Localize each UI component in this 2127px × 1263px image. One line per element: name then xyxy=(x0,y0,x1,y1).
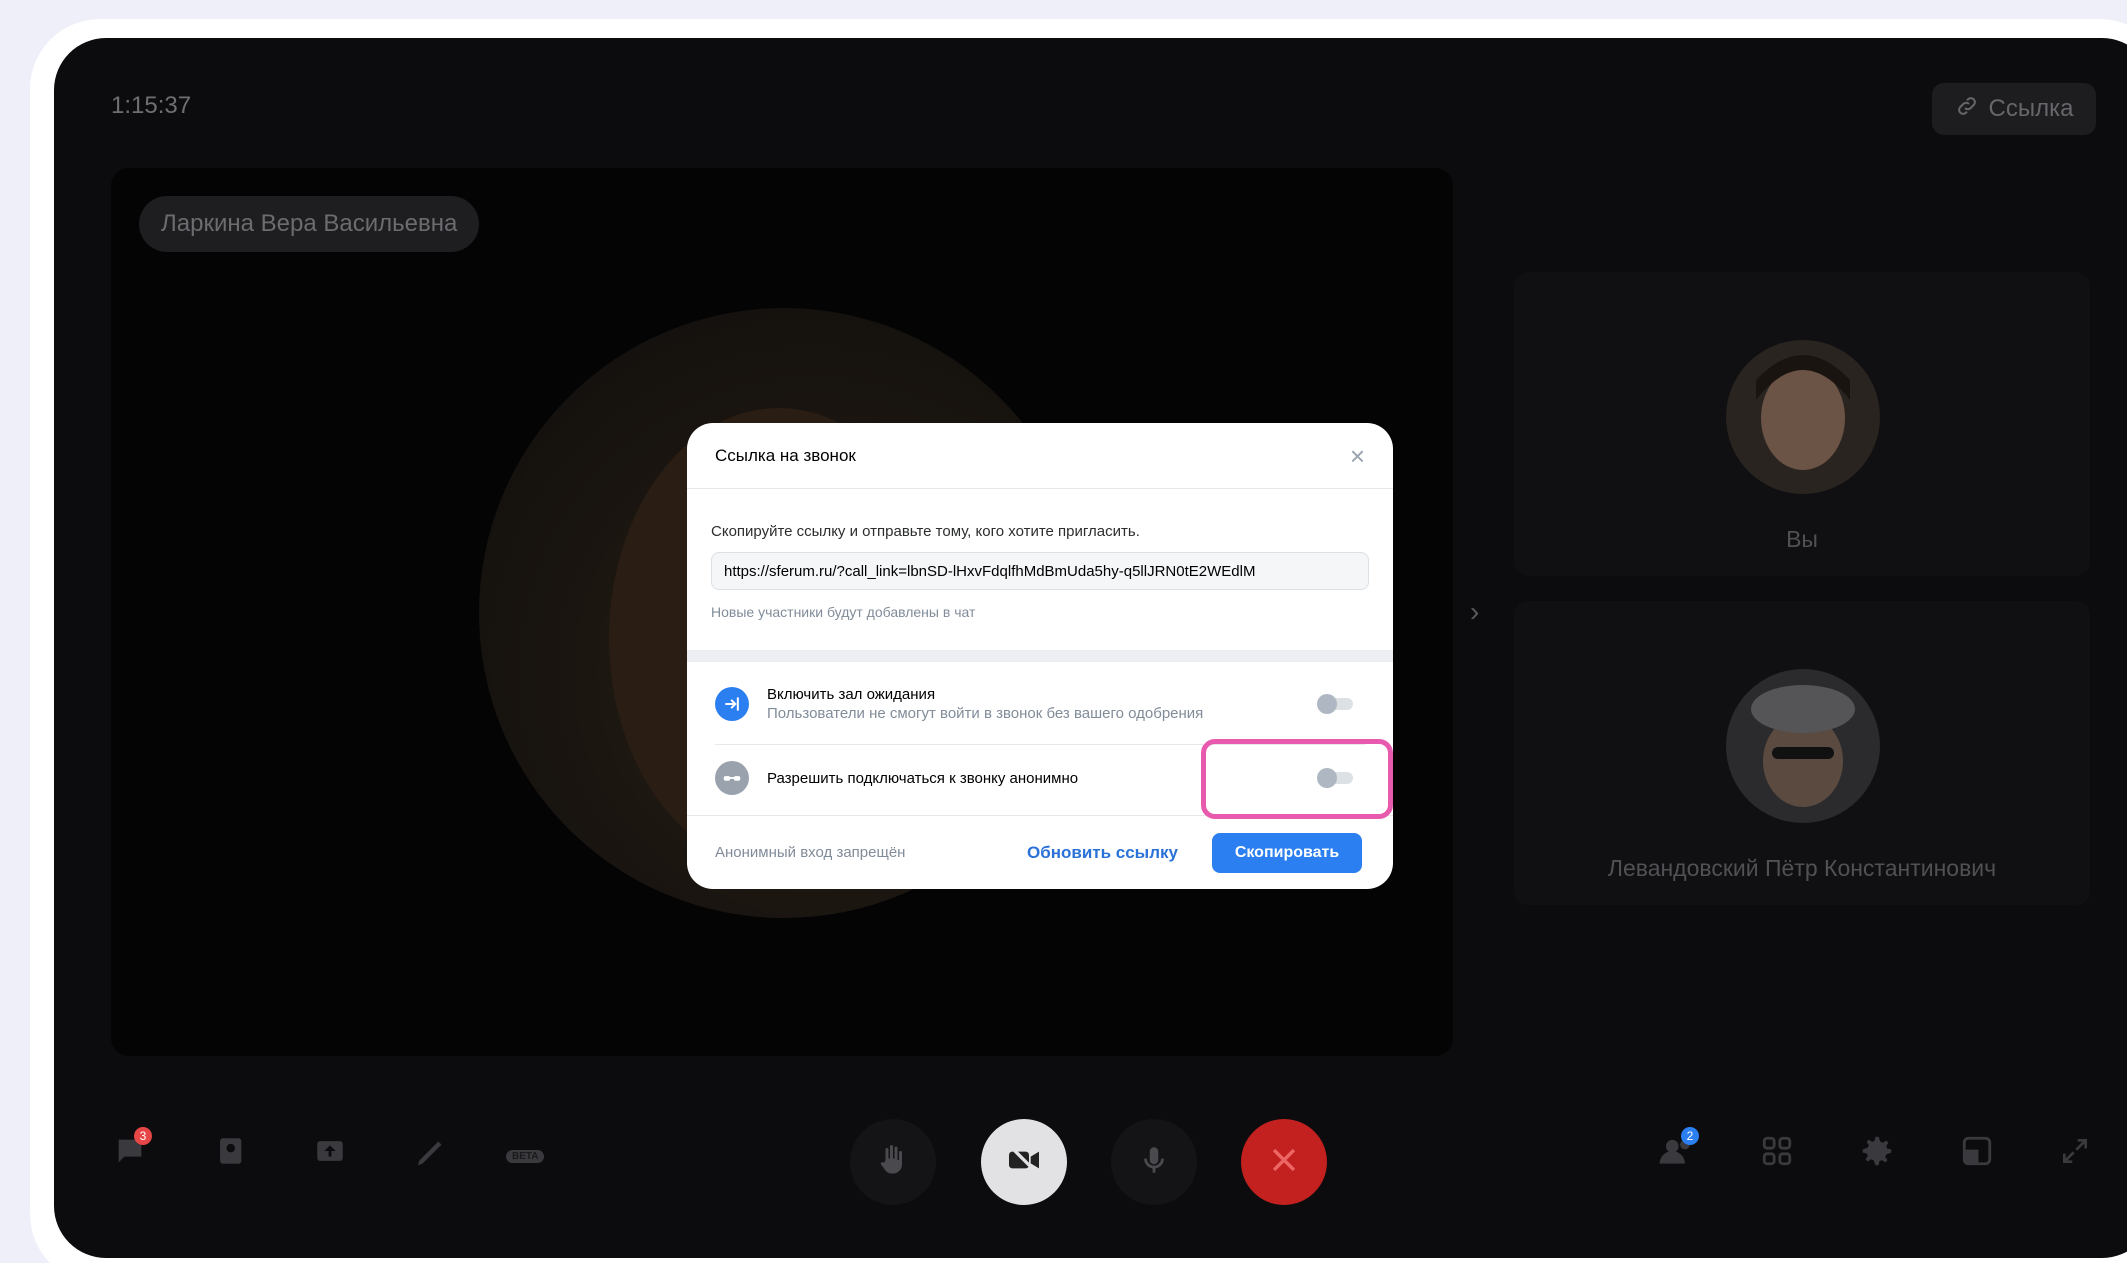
gear-icon xyxy=(1858,1132,1896,1175)
dialog-title: Ссылка на звонок xyxy=(715,445,856,465)
layout-button[interactable] xyxy=(1955,1131,1999,1175)
grid-view-button[interactable] xyxy=(1755,1131,1799,1175)
settings-button[interactable] xyxy=(1855,1131,1899,1175)
expand-icon xyxy=(2059,1135,2091,1172)
pen-icon xyxy=(413,1132,451,1175)
refresh-link-button[interactable]: Обновить ссылку xyxy=(1027,843,1178,863)
camera-off-icon xyxy=(1004,1140,1044,1185)
end-call-button[interactable] xyxy=(1241,1119,1327,1205)
participant-tile[interactable]: Левандовский Пётр Константинович xyxy=(1514,601,2090,905)
anonymous-status: Анонимный вход запрещён xyxy=(715,844,906,861)
enter-icon xyxy=(715,687,749,721)
speaker-name: Ларкина Вера Васильевна xyxy=(139,196,480,252)
dialog-footer: Анонимный вход запрещён Обновить ссылку … xyxy=(687,815,1393,889)
call-link-button[interactable]: Ссылка xyxy=(1932,83,2096,135)
copy-button[interactable]: Скопировать xyxy=(1212,832,1362,873)
call-link-label: Ссылка xyxy=(1988,95,2074,122)
chat-badge: 3 xyxy=(134,1127,152,1145)
call-timer: 1:15:37 xyxy=(111,92,192,119)
call-link-dialog: Ссылка на звонок × Скопируйте ссылку и о… xyxy=(687,423,1393,889)
dialog-description: Скопируйте ссылку и отправьте тому, кого… xyxy=(711,523,1140,540)
chevron-right-icon[interactable]: › xyxy=(1470,596,1479,628)
draw-button[interactable] xyxy=(410,1131,454,1175)
call-link-field[interactable]: https://sferum.ru/?call_link=lbnSD-lHxvF… xyxy=(711,552,1369,590)
upload-icon xyxy=(313,1134,347,1173)
waiting-room-toggle[interactable] xyxy=(1317,694,1353,714)
participant-name: Вы xyxy=(1786,526,1818,552)
window-icon xyxy=(1960,1134,1994,1173)
option-title: Включить зал ожидания xyxy=(767,686,936,703)
highlight-frame xyxy=(1201,739,1393,819)
fullscreen-button[interactable] xyxy=(2053,1131,2097,1175)
section-separator xyxy=(687,650,1393,662)
microphone-icon xyxy=(1137,1143,1171,1182)
avatar xyxy=(1726,669,1880,823)
participant-name: Левандовский Пётр Константинович xyxy=(1607,855,1997,881)
avatar xyxy=(1726,340,1880,494)
incognito-icon xyxy=(715,761,749,795)
microphone-button[interactable] xyxy=(1111,1119,1197,1205)
close-icon[interactable]: × xyxy=(1350,443,1365,469)
hand-icon xyxy=(875,1142,911,1183)
participants-list-button[interactable] xyxy=(208,1131,252,1175)
dialog-hint: Новые участники будут добавлены в чат xyxy=(711,604,976,620)
raise-hand-button[interactable] xyxy=(850,1119,936,1205)
link-icon xyxy=(1955,94,1979,125)
camera-toggle-button[interactable] xyxy=(981,1119,1067,1205)
close-icon xyxy=(1267,1143,1301,1182)
waiting-room-option[interactable]: Включить зал ожидания Пользователи не см… xyxy=(687,669,1393,739)
dialog-header: Ссылка на звонок × xyxy=(687,423,1393,489)
share-screen-button[interactable] xyxy=(308,1131,352,1175)
contacts-icon xyxy=(213,1134,247,1173)
option-title: Разрешить подключаться к звонку анонимно xyxy=(767,769,1079,787)
participants-badge: 2 xyxy=(1681,1127,1699,1145)
grid-icon xyxy=(1760,1134,1794,1173)
option-subtitle: Пользователи не смогут войти в звонок бе… xyxy=(767,705,1204,722)
participant-tile[interactable]: Вы xyxy=(1514,272,2090,576)
beta-badge: BETA xyxy=(506,1150,545,1163)
